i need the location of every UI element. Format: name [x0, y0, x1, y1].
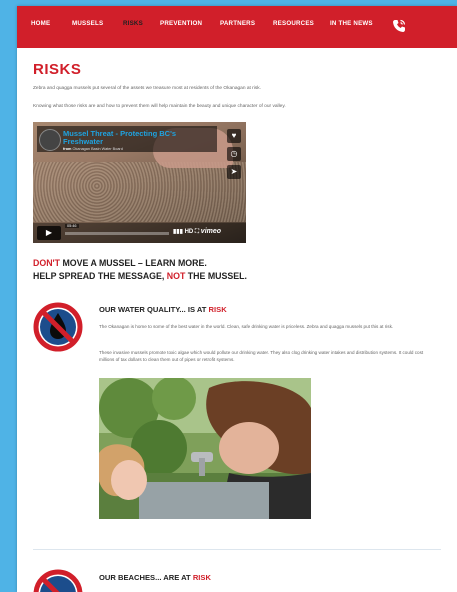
heart-icon: ♥ — [231, 131, 237, 140]
tagline-line-1-rest: MOVE A MUSSEL – LEARN MORE. — [60, 258, 207, 268]
send-icon: ➤ — [230, 167, 238, 176]
section-title-text: OUR WATER QUALITY... IS AT — [99, 305, 209, 314]
fullscreen-icon[interactable]: ⛶ — [195, 229, 199, 235]
page-title: RISKS — [33, 61, 82, 78]
nav-mussels[interactable]: MUSSELS — [72, 20, 103, 27]
video-channel-link[interactable]: Okanagan Basin Water Board — [73, 147, 123, 151]
drinking-fountain-photo — [99, 378, 311, 519]
video-control-right: ▮▮▮ HD ⛶ vimeo — [173, 228, 221, 236]
clock-icon: ◷ — [230, 149, 238, 158]
tagline-line-2-b: THE MUSSEL. — [185, 271, 247, 281]
nav-home[interactable]: HOME — [31, 20, 50, 27]
nav-prevention[interactable]: PREVENTION — [160, 20, 202, 27]
nav-partners[interactable]: PARTNERS — [220, 20, 255, 27]
section-divider — [33, 549, 441, 550]
section-water-quality-paragraph-2: These invasive mussels promote toxic alg… — [99, 350, 424, 363]
nav-risks[interactable]: RISKS — [123, 20, 143, 27]
no-water-drop-icon — [33, 302, 83, 352]
no-beach-icon — [33, 569, 83, 592]
video-gravel-texture — [33, 162, 246, 222]
video-controls: ▶ 05:46 ▮▮▮ HD ⛶ vimeo — [33, 223, 246, 243]
hd-toggle[interactable]: HD — [185, 229, 194, 235]
tagline-line-1: DON'T MOVE A MUSSEL – LEARN MORE. — [33, 258, 207, 268]
section-title-risk: RISK — [208, 305, 227, 314]
vimeo-logo[interactable]: vimeo — [201, 228, 221, 235]
play-icon: ▶ — [45, 228, 53, 237]
tagline-line-2: HELP SPREAD THE MESSAGE, NOT THE MUSSEL. — [33, 271, 247, 281]
section-title-text: OUR BEACHES... ARE AT — [99, 573, 193, 582]
tagline-dont: DON'T — [33, 258, 61, 268]
video-player[interactable]: Mussel Threat - Protecting BC's Freshwat… — [33, 122, 246, 243]
channel-avatar[interactable] — [39, 129, 61, 151]
section-title-risk: RISK — [192, 573, 211, 582]
video-byline: from Okanagan Basin Water Board — [63, 147, 123, 151]
tagline-line-2-a: HELP SPREAD THE MESSAGE, — [33, 271, 167, 281]
video-time: 05:46 — [65, 224, 79, 228]
volume-icon[interactable]: ▮▮▮ — [173, 229, 183, 235]
section-beaches-title: OUR BEACHES... ARE AT RISK — [99, 573, 211, 582]
intro-paragraph-1: Zebra and quagga mussels put several of … — [33, 86, 261, 91]
video-progress-bar[interactable] — [65, 232, 169, 235]
tagline-not: NOT — [166, 271, 186, 281]
play-button[interactable]: ▶ — [37, 226, 61, 240]
section-water-quality-paragraph-1: The Okanagan is home to some of the best… — [99, 324, 394, 329]
page: HOME MUSSELS RISKS PREVENTION PARTNERS R… — [17, 6, 457, 592]
nav-resources[interactable]: RESOURCES — [273, 20, 314, 27]
watch-later-button[interactable]: ◷ — [227, 147, 241, 161]
section-water-quality-title: OUR WATER QUALITY... IS AT RISK — [99, 305, 227, 314]
intro-paragraph-2: Knowing what those risks are and how to … — [33, 104, 286, 109]
phone-icon[interactable] — [391, 18, 407, 34]
video-title-line-2[interactable]: Freshwater — [63, 137, 103, 146]
main-nav: HOME MUSSELS RISKS PREVENTION PARTNERS R… — [17, 6, 457, 48]
video-title-bar: Mussel Threat - Protecting BC's Freshwat… — [37, 126, 217, 152]
video-from-label: from — [63, 147, 72, 151]
share-button[interactable]: ➤ — [227, 165, 241, 179]
nav-in-the-news[interactable]: IN THE NEWS — [330, 20, 373, 27]
like-button[interactable]: ♥ — [227, 129, 241, 143]
